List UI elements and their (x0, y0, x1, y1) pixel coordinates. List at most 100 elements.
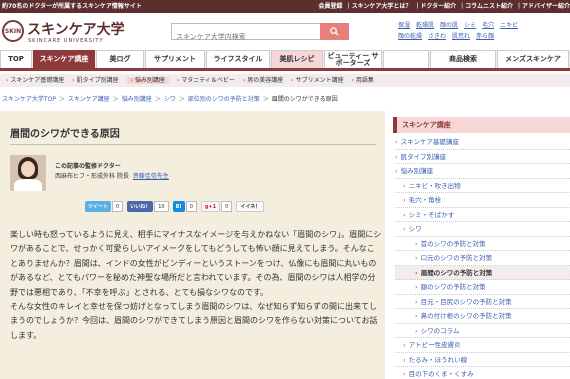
sidebar-item[interactable]: › 口元のシワの予防と対策 (395, 251, 570, 266)
nav-top[interactable]: TOP (0, 50, 32, 68)
arrow-icon: › (415, 239, 418, 248)
keyword-link[interactable]: 乾燥肌 (416, 22, 434, 29)
divider (10, 144, 376, 145)
sidebar-item-label: 肌タイプ別講座 (400, 152, 447, 161)
sidebar-item[interactable]: › 目元・目尻のシワの予防と対策 (395, 295, 570, 309)
keyword-link[interactable]: ニキビ (500, 22, 518, 29)
breadcrumb-link[interactable]: スキンケア講座 (68, 96, 110, 103)
arrow-icon: › (403, 210, 406, 219)
sidebar-item[interactable]: › シワ (395, 222, 570, 237)
nav-skincare-course[interactable]: スキンケア講座 (33, 50, 95, 68)
keyword-link[interactable]: 毛穴 (482, 22, 494, 29)
sidebar-item-current[interactable]: › 眉間のシワの予防と対策 (395, 265, 570, 280)
tweet-button[interactable]: ツイート 0 (85, 201, 124, 212)
tweet-count: 0 (112, 201, 124, 212)
nav-mens-skincare[interactable]: メンズスキンケア (497, 50, 569, 68)
sidebar-item[interactable]: › 肌タイプ別講座 (395, 150, 570, 164)
sidebar-item[interactable]: › 毛穴・角栓 (395, 193, 570, 208)
keyword-link[interactable]: さきわ (428, 33, 446, 40)
arrow-icon: › (130, 77, 133, 84)
sidebar-item-label: シワ (408, 225, 422, 233)
sidebar-item-label: ニキビ・吹き出物 (408, 181, 461, 190)
sidebar-item-label: 口元のシワの予防と対策 (420, 254, 493, 262)
arrow-icon: › (403, 181, 406, 190)
site-logo[interactable]: スキンケア大学 (27, 19, 125, 39)
nav-beauty-recipe[interactable]: 美肌レシピ (271, 50, 323, 68)
article-paragraph: そんな女性のキレイと幸せを保つ妨げとなってしまう眉間のシワは、なぜ知らず知らずの… (10, 302, 378, 340)
nav-supplement[interactable]: サプリメント (145, 50, 205, 68)
sidebar-item[interactable]: › 目の下のくま・くすみ (395, 367, 570, 379)
sidebar-item[interactable]: › シミ・そばかす (395, 208, 570, 222)
arrow-icon: › (351, 77, 354, 84)
subnav-item-active[interactable]: › 悩み別講座 (126, 77, 169, 84)
keyword-link[interactable]: 顔の乾燥 (398, 33, 422, 40)
sidebar-item-label: シワのコラム (420, 326, 460, 335)
subnav-item[interactable]: › 肌タイプ別講座 (72, 77, 118, 84)
advisor-link[interactable]: ｜アドバイザー紹介 (516, 3, 570, 10)
arrow-icon: › (395, 167, 398, 175)
nav-beauty-supporters[interactable]: ビューティー サポーターズ (324, 50, 382, 68)
subnav-item[interactable]: › 男の美容講座 (243, 77, 283, 84)
supervisor-link[interactable]: 斉藤佳信先生 (133, 173, 169, 180)
breadcrumb-link[interactable]: 悩み別講座 (122, 96, 152, 103)
breadcrumb-link[interactable]: 部位別のシワの予防と対策 (188, 96, 260, 103)
arrow-icon: › (291, 77, 294, 84)
site-header: SKIN スキンケア大学 SKINCARE UNIVERSITY 保湿乾燥肌顔の… (0, 13, 570, 50)
search-input[interactable] (172, 29, 320, 45)
keyword-link[interactable]: 保湿 (398, 22, 410, 29)
top-bar: 約70名のドクターが所属するスキンケア情報サイト 会員登録 ｜スキンケア大学とは？… (0, 0, 570, 13)
hatena-button[interactable]: B! 0 (172, 201, 197, 212)
nav-beauty-log[interactable]: 美ログ (96, 50, 144, 68)
keyword-link[interactable]: シミ (464, 22, 476, 29)
sidebar-item[interactable]: › たるみ・ほうれい線 (395, 353, 570, 367)
subnav-item[interactable]: › スキンケア基礎講座 (6, 77, 64, 84)
sidebar-item[interactable]: › 鼻の付け根のシワの予防と対策 (395, 309, 570, 324)
sidebar: スキンケア講座 › スキンケア基礎講座 › 肌タイプ別講座 › 悩み別講座 › ニキビ・吹き出… (393, 111, 570, 379)
logo-icon[interactable]: SKIN (2, 20, 24, 42)
sidebar-heading: スキンケア講座 (393, 117, 570, 133)
arrow-icon: › (403, 370, 406, 378)
arrow-icon: › (415, 254, 418, 262)
sidebar-item-label: 額のシワの予防と対策 (420, 283, 486, 291)
keyword-link[interactable]: 肌荒れ (452, 33, 470, 40)
nav-product-search[interactable]: 商品検索 (430, 50, 496, 68)
site-tagline: 約70名のドクターが所属するスキンケア情報サイト (2, 3, 142, 10)
sidebar-item[interactable]: › シワのコラム (395, 324, 570, 338)
keyword-link[interactable]: 顔の肌 (440, 22, 458, 29)
search-button[interactable] (320, 23, 349, 40)
columnist-link[interactable]: ｜コラムニスト紹介 (459, 3, 513, 10)
sidebar-item-label: 眉間のシワの予防と対策 (420, 268, 493, 277)
subnav-item[interactable]: › マタニティ＆ベビー (177, 77, 235, 84)
subnav-item[interactable]: › サプリメント講座 (291, 77, 343, 84)
gplus-count: 0 (221, 201, 233, 212)
subnav-item[interactable]: › 用語集 (352, 77, 374, 84)
sidebar-item[interactable]: › 額のシワの予防と対策 (395, 280, 570, 295)
about-link[interactable]: ｜スキンケア大学とは？ (346, 3, 412, 10)
arrow-icon: › (415, 283, 418, 291)
sidebar-item-label: シミ・そばかす (408, 210, 455, 219)
breadcrumb-link[interactable]: シワ (164, 96, 176, 103)
nav-blank[interactable] (383, 50, 429, 68)
arrow-icon: › (415, 297, 418, 306)
doctor-avatar (10, 155, 46, 191)
sidebar-item[interactable]: › 首のシワの予防と対策 (395, 237, 570, 251)
arrow-icon: › (395, 138, 398, 146)
gplus-button[interactable]: g+1 0 (200, 201, 233, 212)
sidebar-item[interactable]: › 悩み別講座 (395, 164, 570, 179)
facebook-like-button[interactable]: いいね！ 10 (127, 201, 169, 212)
supervisor-clinic: 西麻布ヒフ・形成外科 院長 (55, 173, 129, 180)
arrow-icon: › (415, 268, 418, 277)
keyword-link[interactable]: 赤ら顔 (476, 33, 494, 40)
doctor-link[interactable]: ｜ドクター紹介 (414, 3, 456, 10)
nav-lifestyle[interactable]: ライフスタイル (206, 50, 270, 68)
sidebar-list: › スキンケア基礎講座 › 肌タイプ別講座 › 悩み別講座 › ニキビ・吹き出物 › 毛穴・角栓 ›… (395, 135, 570, 379)
sidebar-item[interactable]: › スキンケア基礎講座 (395, 135, 570, 150)
register-link[interactable]: 会員登録 (319, 3, 343, 10)
breadcrumb-link[interactable]: スキンケア大学TOP (2, 96, 56, 103)
hatena-count: 0 (185, 201, 197, 212)
sidebar-item[interactable]: › アトピー性皮膚炎 (395, 338, 570, 353)
sidebar-item[interactable]: › ニキビ・吹き出物 (395, 179, 570, 193)
arrow-icon: › (415, 326, 418, 335)
popular-keywords: 保湿 乾燥肌 顔の肌 シミ 毛穴 ニキビ顔の乾燥 さきわ 肌荒れ 赤ら顔 (398, 20, 570, 42)
pocket-button[interactable]: イイネ！ (236, 201, 265, 212)
